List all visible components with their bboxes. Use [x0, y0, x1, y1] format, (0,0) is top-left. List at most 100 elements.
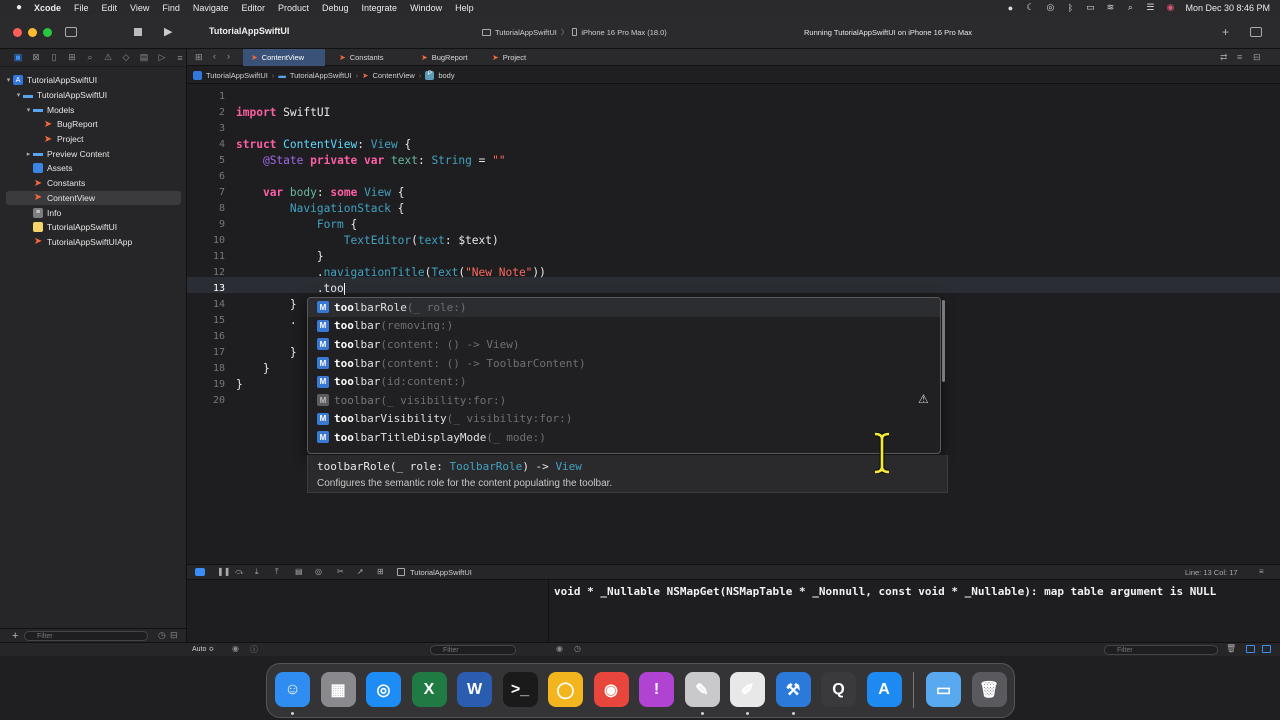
code-line[interactable]: Form { [236, 218, 357, 231]
launchpad-icon[interactable]: ▦ [320, 672, 356, 707]
excel-icon[interactable]: X [411, 672, 447, 707]
disclosure-expanded-icon[interactable]: ▾ [4, 76, 13, 84]
apple-icon[interactable]: ● [13, 2, 25, 13]
menu-file[interactable]: File [74, 3, 89, 13]
terminal-icon[interactable]: >_ [502, 672, 538, 707]
completion-item[interactable]: Mtoo lbarVisibility (_ visibility:for:) [308, 410, 940, 429]
trash-icon[interactable]: 🗑 [971, 672, 1007, 707]
issue-icon[interactable]: ⚠ [103, 52, 113, 63]
completion-item[interactable]: Mtoo lbarRole (_ role:) [308, 298, 940, 317]
run-icon[interactable]: ▶ [164, 25, 172, 38]
trash-icon[interactable]: ◉ [556, 644, 563, 653]
breadcrumb-symbol[interactable]: body [438, 71, 454, 80]
menu-view[interactable]: View [130, 3, 149, 13]
navigator-item[interactable]: ▾ A TutorialAppSwiftUI [0, 73, 187, 88]
safari-icon[interactable]: ◎ [366, 672, 401, 707]
completion-item[interactable]: Mtoo lbar (_ visibility:for:) [308, 391, 940, 410]
inspector-toggle-icon[interactable] [1250, 27, 1262, 37]
completion-item[interactable]: Mtoo lbar (removing:) [308, 317, 940, 336]
finder-icon[interactable]: ☺ [275, 672, 310, 707]
simulate-location-icon[interactable]: ➚ [357, 567, 364, 576]
add-file-icon[interactable]: + [12, 630, 18, 642]
completion-scrollbar[interactable] [942, 300, 945, 382]
thread-icon[interactable]: ⊞ [377, 567, 384, 576]
code-line[interactable]: struct ContentView: View { [236, 138, 411, 151]
siri-icon[interactable]: ◉ [1165, 2, 1175, 13]
menu-product[interactable]: Product [278, 3, 309, 13]
console-filter-input[interactable]: Filter [1104, 645, 1218, 655]
navigator-item[interactable]: TutorialAppSwiftUI [0, 220, 187, 235]
navigator-item[interactable]: ▾ ▬ TutorialAppSwiftUI [0, 88, 187, 103]
find-icon[interactable]: ⌕ [85, 52, 95, 63]
scheme-selector[interactable]: TutorialAppSwiftUI 〉 iPhone 16 Pro Max (… [482, 23, 682, 41]
code-line[interactable]: import SwiftUI [236, 106, 330, 119]
app-store-icon[interactable]: A [866, 672, 902, 707]
tab-constants[interactable]: ➤ Constants [339, 49, 419, 66]
variable-scope-select[interactable]: Auto ≎ [192, 645, 214, 653]
search-icon[interactable]: ⌕ [1125, 2, 1135, 13]
variables-filter-input[interactable]: Filter [430, 645, 516, 655]
filter-options-icon[interactable]: ⊟ [170, 630, 178, 641]
folder-icon[interactable]: ▣ [13, 52, 23, 63]
code-line[interactable]: } [236, 362, 270, 375]
code-line[interactable]: .navigationTitle(Text("New Note")) [236, 266, 546, 279]
grid-icon[interactable]: ⊞ [195, 52, 203, 63]
view-hierarchy-icon[interactable]: ▤ [295, 567, 303, 576]
navigator-item[interactable]: ▸ ▬ Preview Content [0, 146, 187, 161]
clear-console-icon[interactable]: 🗑 [1226, 644, 1236, 653]
editor-options-icon[interactable]: ≡ [1237, 52, 1242, 62]
bookmark-icon[interactable]: ▯ [49, 52, 59, 63]
close-window-button[interactable] [13, 28, 22, 37]
menu-debug[interactable]: Debug [322, 3, 349, 13]
navigator-item[interactable]: ➤ TutorialAppSwiftUIApp [0, 235, 187, 250]
hide-debug-area-icon[interactable] [195, 568, 205, 576]
navigator-item[interactable]: ➤ Project [0, 132, 187, 147]
menu-navigate[interactable]: Navigate [193, 3, 229, 13]
code-line[interactable]: .too [236, 282, 345, 295]
report-icon[interactable]: ≡ [175, 53, 185, 63]
navigator-item[interactable]: ≡ Info [0, 205, 187, 220]
stop-icon[interactable] [134, 28, 142, 36]
navigator-filter-input[interactable]: Filter [24, 631, 148, 641]
code-line[interactable]: . [236, 314, 297, 327]
code-line[interactable]: NavigationStack { [236, 202, 405, 215]
feedback-icon[interactable]: ! [639, 672, 674, 707]
refresh-icon[interactable]: ⇄ [1220, 52, 1228, 63]
menu-help[interactable]: Help [455, 3, 474, 13]
completion-item[interactable]: Mtoo lbar (content: () -> View) [308, 335, 940, 354]
notes-pencil-icon[interactable]: ✎ [684, 672, 720, 707]
completion-item[interactable]: Mtoo lbar (content: () -> ToolbarContent) [308, 354, 940, 373]
zoom-window-button[interactable] [43, 28, 52, 37]
code-line[interactable]: } [236, 378, 243, 391]
breadcrumb-folder[interactable]: TutorialAppSwiftUI [290, 71, 352, 80]
navigator-item[interactable]: ➤ ContentView [6, 190, 181, 206]
record-icon[interactable]: ● [1005, 3, 1015, 13]
environment-overrides-icon[interactable]: ✂ [337, 567, 344, 576]
disclosure-expanded-icon[interactable]: ▾ [14, 91, 23, 99]
menu-editor[interactable]: Editor [241, 3, 265, 13]
memory-graph-icon[interactable]: ◎ [315, 567, 322, 576]
breadcrumb-project[interactable]: TutorialAppSwiftUI [206, 71, 268, 80]
debug-target-name[interactable]: TutorialAppSwiftUI [410, 568, 472, 577]
navigator-item[interactable]: ➤ Constants [0, 176, 187, 191]
airdrop-icon[interactable]: ◎ [1045, 2, 1055, 13]
word-icon[interactable]: W [457, 672, 492, 707]
keynote-icon[interactable]: ◯ [548, 672, 583, 707]
hierarchy-icon[interactable]: ⊞ [67, 52, 77, 63]
chrome-icon[interactable]: ◉ [593, 672, 629, 707]
completion-item[interactable]: Mtoo lbarTitleDisplayMode (_ mode:) [308, 428, 940, 447]
navigator-item[interactable]: ▾ ▬ Models [0, 102, 187, 117]
adjust-editor-icon[interactable]: ≡ [1259, 567, 1264, 576]
split-editor-icon[interactable]: ⊟ [1253, 52, 1261, 63]
quicktime-icon[interactable]: Q [821, 672, 856, 707]
downloads-folder-icon[interactable]: ▭ [926, 672, 961, 707]
source-control-icon[interactable]: ⊠ [31, 52, 41, 63]
back-icon[interactable]: ‹ [213, 51, 216, 61]
menu-find[interactable]: Find [162, 3, 180, 13]
xcode-icon[interactable]: ⚒ [775, 672, 811, 707]
console-output[interactable]: void * _Nullable NSMapGet(NSMapTable * _… [549, 580, 1280, 642]
menu-edit[interactable]: Edit [102, 3, 118, 13]
completion-item[interactable]: Mtoo lbar (id:content:) [308, 372, 940, 391]
code-line[interactable]: TextEditor(text: $text) [236, 234, 499, 247]
debug-icon[interactable]: ▤ [139, 52, 149, 63]
